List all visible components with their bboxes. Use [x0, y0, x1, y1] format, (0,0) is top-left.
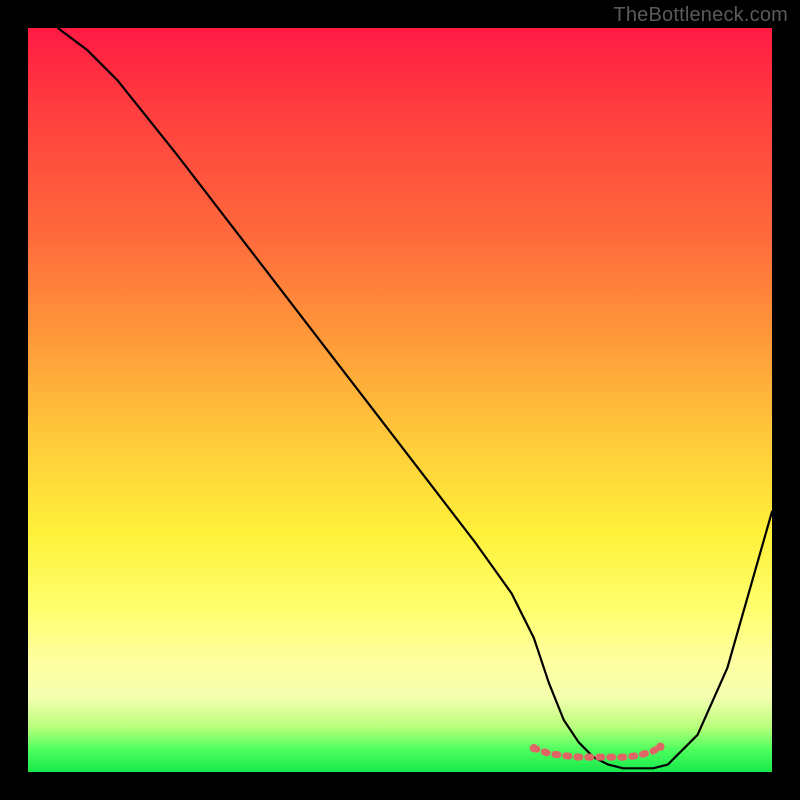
optimal-range-end [530, 744, 538, 752]
optimal-range-line [534, 747, 661, 757]
plot-area [28, 28, 772, 772]
bottleneck-curve [58, 28, 772, 768]
curve-layer [28, 28, 772, 772]
optimal-range-end [656, 743, 664, 751]
watermark-text: TheBottleneck.com [613, 4, 788, 27]
optimal-range-markers [530, 743, 665, 758]
chart-frame: TheBottleneck.com [0, 0, 800, 800]
